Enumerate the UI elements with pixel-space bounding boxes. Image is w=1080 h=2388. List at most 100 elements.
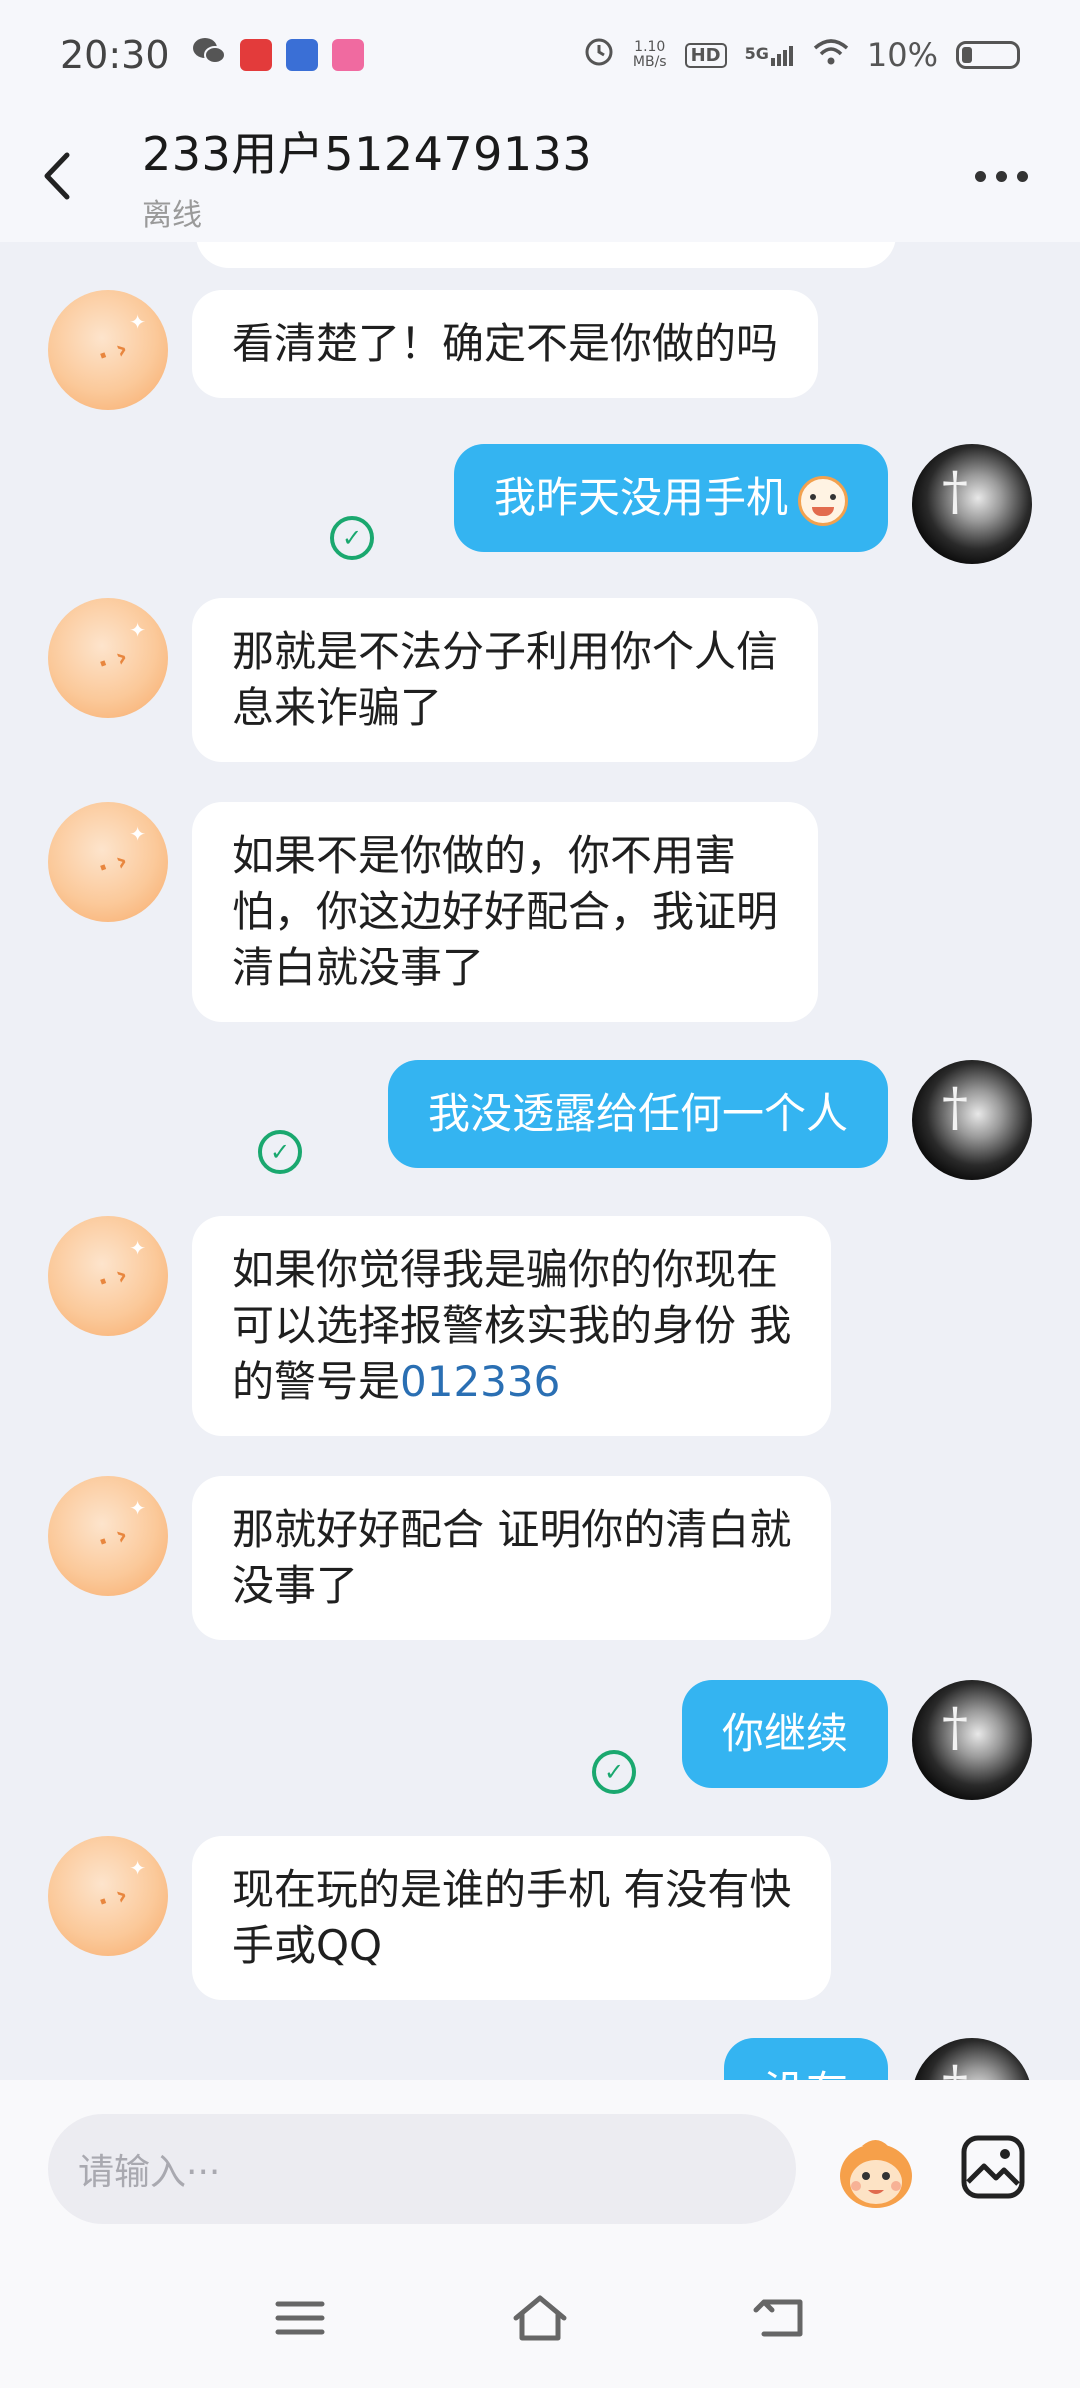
status-bar: 20:30 1.10 MB/s HD 5G 10% (0, 0, 1080, 110)
message-bubble[interactable]: 看清楚了！确定不是你做的吗 (192, 290, 819, 398)
message-line: 的警号是012336 (232, 1354, 791, 1410)
chevron-left-icon (44, 152, 70, 200)
app-icon-red (239, 39, 272, 71)
message-bubble-partial (196, 242, 896, 268)
badge-number-link[interactable]: 012336 (400, 1357, 560, 1406)
contact-avatar[interactable]: · › ✦ (48, 1476, 168, 1596)
sent-check-icon: ✓ (330, 516, 374, 560)
contact-avatar[interactable]: · › ✦ (48, 1836, 168, 1956)
dot (975, 170, 986, 182)
wifi-icon (813, 36, 849, 74)
battery-icon (956, 41, 1020, 69)
back-button[interactable] (26, 110, 86, 242)
avatar-face: · › (93, 1879, 132, 1919)
message-bubble[interactable]: 我没透露给任何一个人 (387, 1060, 888, 1168)
sparkle-icon: ✦ (129, 1496, 146, 1520)
net-speed: 1.10 MB/s (633, 40, 667, 70)
alarm-icon (583, 35, 615, 75)
avatar-face: · › (93, 845, 132, 885)
monkey-face-icon (840, 2140, 912, 2208)
message-line: 清白就没事了 (232, 943, 485, 992)
more-options-button[interactable] (975, 170, 1028, 182)
status-time: 20:30 (60, 33, 170, 77)
message-line: 怕，你这边好好配合，我证明 (232, 887, 779, 936)
message-line: 没事了 (232, 1561, 359, 1610)
nav-home-button[interactable] (510, 2288, 570, 2348)
menu-icon (275, 2301, 325, 2335)
monkey-face-icon (798, 475, 848, 526)
sparkle-icon: ✦ (129, 310, 146, 334)
user-avatar[interactable]: † (912, 1060, 1032, 1180)
contact-avatar[interactable]: · › ✦ (48, 598, 168, 718)
message-input[interactable]: 请输入··· (48, 2114, 796, 2224)
message-line: 如果你觉得我是骗你的你现在 (232, 1245, 779, 1294)
message-line: 手或QQ (232, 1921, 383, 1970)
message-text: 看清楚了！确定不是你做的吗 (232, 319, 779, 368)
message-text: 的警号是 (232, 1357, 401, 1406)
hd-icon: HD (684, 42, 727, 68)
contact-name: 233用户512479133 (142, 127, 593, 181)
contact-info[interactable]: 233用户512479133 离线 (142, 118, 592, 234)
image-icon (961, 2135, 1025, 2199)
contact-avatar[interactable]: · › ✦ (48, 290, 168, 410)
wechat-icon (192, 35, 226, 75)
sparkle-icon: ✦ (129, 1236, 146, 1260)
avatar-mark: † (942, 1078, 968, 1138)
composer-bar: 请输入··· (0, 2080, 1080, 2250)
sparkle-icon: ✦ (129, 822, 146, 846)
avatar-mark: † (942, 1698, 968, 1758)
message-line: 现在玩的是谁的手机 有没有快 (232, 1865, 792, 1914)
dot (1017, 170, 1028, 182)
chat-header: 233用户512479133 离线 (0, 110, 1080, 242)
battery-text: 10% (866, 36, 938, 74)
sparkle-icon: ✦ (129, 618, 146, 642)
message-text: 我昨天没用手机 (493, 473, 788, 522)
sparkle-icon: ✦ (129, 1856, 146, 1880)
message-line: 那就是不法分子利用你个人信 (232, 627, 779, 676)
contact-status: 离线 (142, 198, 202, 233)
message-bubble[interactable]: 现在玩的是谁的手机 有没有快 手或QQ (192, 1836, 832, 2000)
message-bubble[interactable]: 那就好好配合 证明你的清白就 没事了 (192, 1476, 832, 1640)
user-avatar[interactable]: † (912, 2038, 1032, 2080)
app-icon-pink (331, 39, 364, 71)
emoji-button[interactable] (832, 2134, 920, 2214)
contact-avatar[interactable]: · › ✦ (48, 802, 168, 922)
avatar-face: · › (93, 1519, 132, 1559)
image-button[interactable] (958, 2132, 1028, 2202)
system-nav-bar (0, 2250, 1080, 2388)
dot (996, 170, 1007, 182)
network-type: 5G (744, 44, 769, 63)
avatar-face: · › (93, 333, 132, 373)
message-bubble[interactable]: 那就是不法分子利用你个人信 息来诈骗了 (192, 598, 819, 762)
message-bubble[interactable]: 如果不是你做的，你不用害 怕，你这边好好配合，我证明 清白就没事了 (192, 802, 819, 1022)
message-bubble[interactable]: 你继续 (681, 1680, 888, 1788)
contact-avatar[interactable]: · › ✦ (48, 1216, 168, 1336)
avatar-face: · › (93, 641, 132, 681)
nav-menu-button[interactable] (270, 2288, 330, 2348)
sent-check-icon: ✓ (592, 1750, 636, 1794)
app-icon-game (285, 39, 318, 71)
avatar-mark: † (942, 462, 968, 522)
message-bubble[interactable]: 我昨天没用手机 (453, 444, 888, 552)
message-bubble[interactable]: 如果你觉得我是骗你的你现在 可以选择报警核实我的身份 我 的警号是012336 (192, 1216, 832, 1436)
user-avatar[interactable]: † (912, 444, 1032, 564)
user-avatar[interactable]: † (912, 1680, 1032, 1800)
home-icon (513, 2295, 567, 2341)
net-speed-value: 1.10 (634, 39, 666, 55)
message-text: 我没透露给任何一个人 (427, 1089, 848, 1138)
message-line: 可以选择报警核实我的身份 我 (232, 1301, 792, 1350)
signal-icon: 5G (745, 44, 795, 66)
sent-check-icon: ✓ (258, 1130, 302, 1174)
message-line: 息来诈骗了 (232, 683, 443, 732)
message-line: 如果不是你做的，你不用害 (232, 831, 737, 880)
message-list[interactable]: · › ✦ 看清楚了！确定不是你做的吗 ✓ 我昨天没用手机 † · › ✦ 那就… (0, 242, 1080, 2080)
back-arrow-icon (753, 2299, 803, 2337)
avatar-mark: † (942, 2056, 968, 2080)
message-input-placeholder: 请输入··· (78, 2152, 221, 2193)
message-bubble[interactable]: 没有 (723, 2038, 888, 2080)
message-line: 那就好好配合 证明你的清白就 (232, 1505, 792, 1554)
net-speed-unit: MB/s (632, 54, 667, 70)
message-text: 没有 (764, 2067, 848, 2080)
avatar-face: · › (93, 1259, 132, 1299)
nav-back-button[interactable] (750, 2288, 810, 2348)
